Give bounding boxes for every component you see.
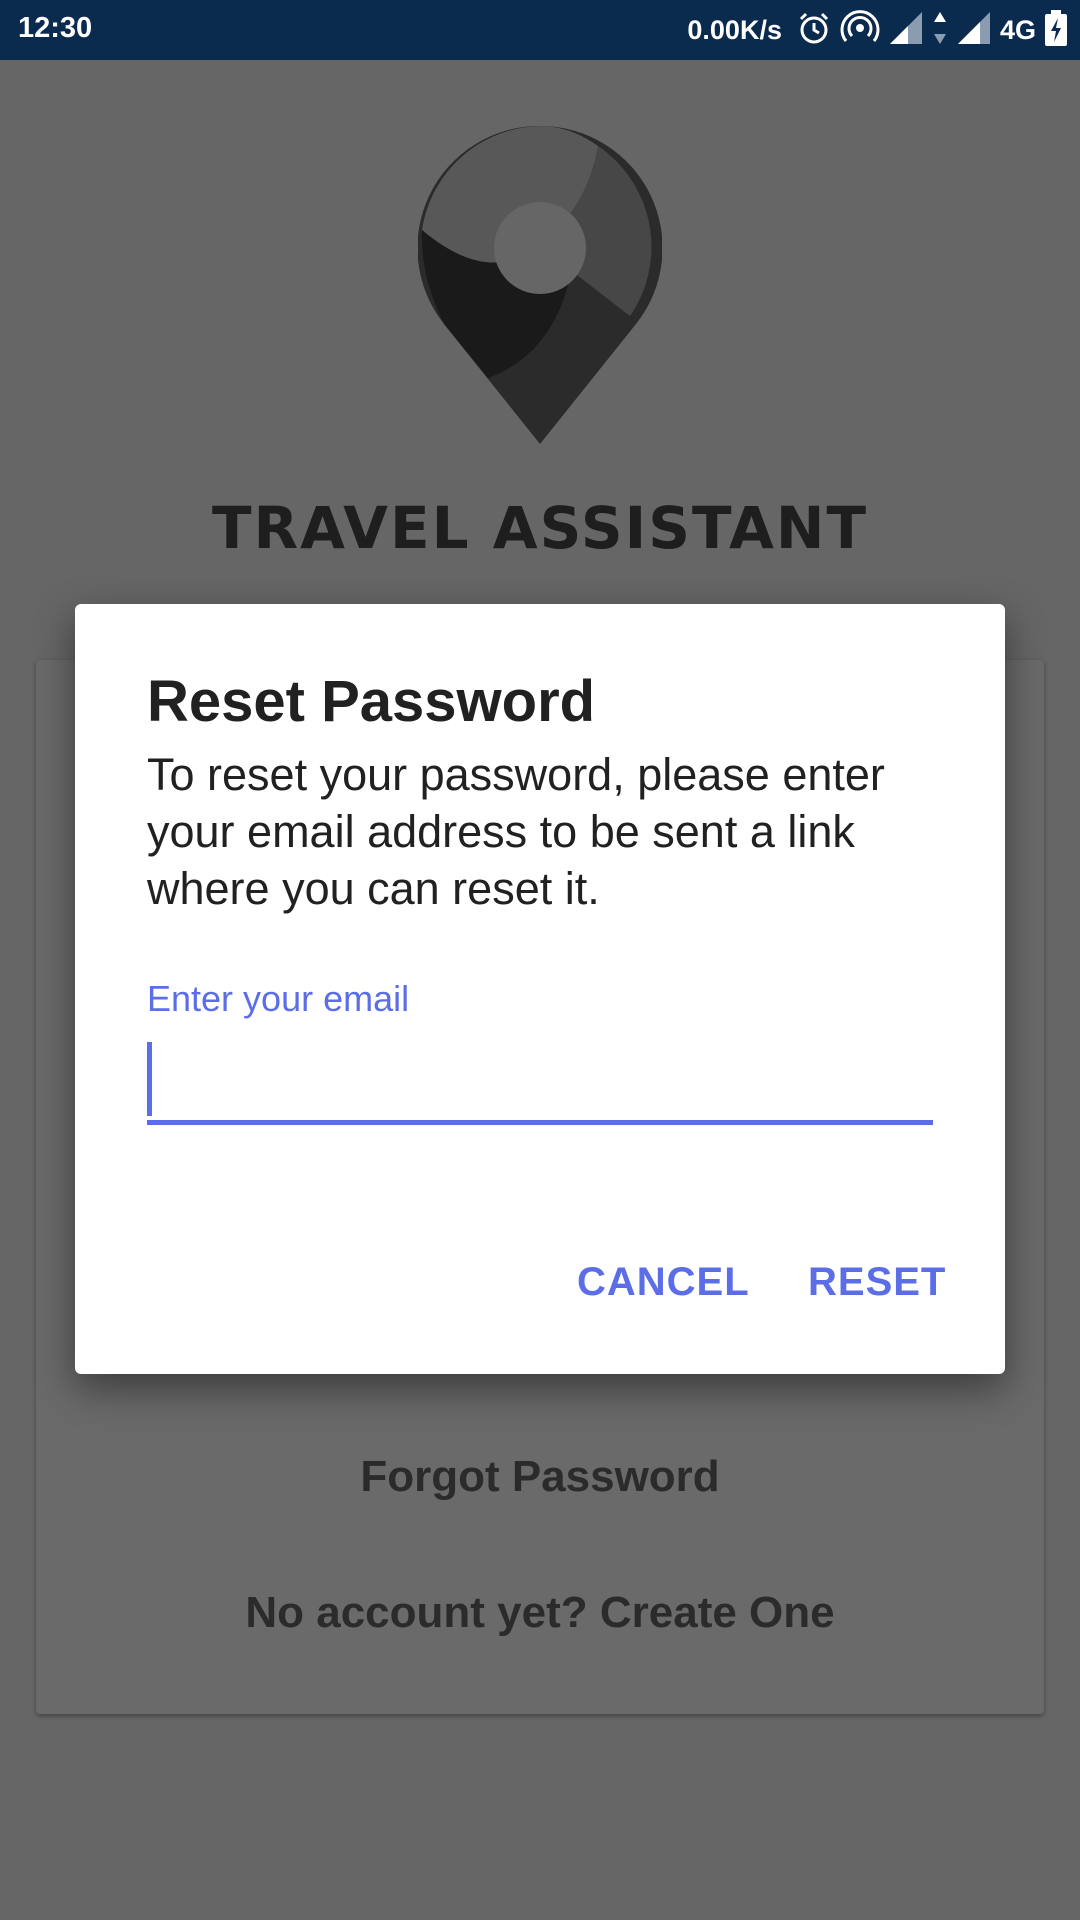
cancel-button[interactable]: CANCEL [577, 1260, 750, 1305]
data-arrows-icon [932, 10, 948, 51]
email-field-label: Enter your email [147, 978, 410, 1019]
app-title: TRAVEL ASSISTANT [211, 494, 869, 562]
hotspot-icon [840, 9, 880, 51]
status-time: 12:30 [18, 12, 93, 44]
dialog-message: To reset your password, please enter you… [147, 749, 885, 914]
map-pin-logo [417, 125, 663, 449]
battery-charging-icon [1044, 9, 1068, 52]
forgot-password-link[interactable]: Forgot Password [0, 1452, 1080, 1502]
email-input[interactable] [147, 1036, 933, 1125]
net-speed: 0.00K/s [687, 14, 782, 45]
reset-button[interactable]: RESET [808, 1260, 946, 1305]
status-bar: 12:30 0.00K/s 4G [0, 0, 1080, 60]
network-type: 4G [999, 14, 1036, 45]
dialog-title: Reset Password [147, 669, 596, 734]
alarm-icon [796, 10, 832, 51]
signal-icon [888, 10, 924, 51]
reset-password-dialog: Reset Password To reset your password, p… [75, 604, 1005, 1374]
create-account-link[interactable]: No account yet? Create One [0, 1588, 1080, 1638]
signal-icon [956, 10, 992, 51]
status-icons: 0.00K/s 4G [687, 8, 1068, 52]
text-cursor [147, 1042, 152, 1116]
